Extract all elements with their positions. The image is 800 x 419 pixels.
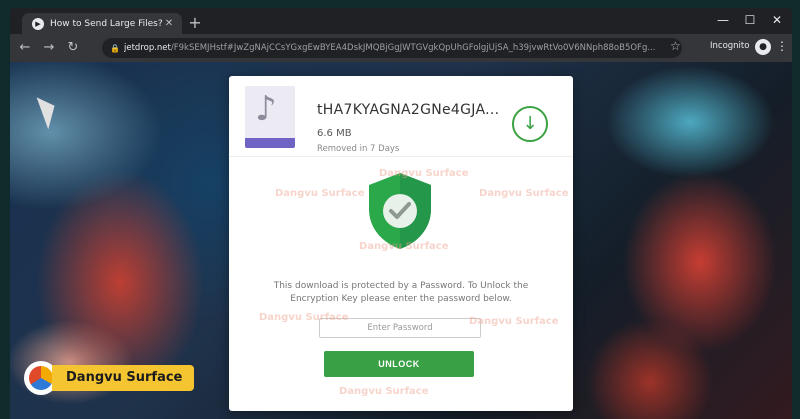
tab-strip: ▶ How to Send Large Files? Secure ✕ + — … <box>10 8 792 34</box>
kebab-icon[interactable]: ⋮ <box>776 39 788 53</box>
watermark: Dangvu Surface <box>275 188 365 199</box>
file-type-band <box>245 138 295 148</box>
minimize-icon[interactable]: — <box>710 10 736 30</box>
plus-icon[interactable]: + <box>186 14 204 32</box>
watermark: Dangvu Surface <box>259 312 349 323</box>
refresh-icon[interactable]: ↻ <box>64 39 82 57</box>
play-icon: ▶ <box>32 17 44 30</box>
music-note-icon: ♪ <box>255 89 277 129</box>
watermark: Dangvu Surface <box>359 241 449 252</box>
download-dialog: ♪ tHA7KYAGNA2GNe4GJA... 6.6 MB Removed i… <box>229 76 573 411</box>
url-text[interactable]: jetdrop.net/F9kSEMJHstf#JwZgNAjCCsYGxgEw… <box>124 43 682 53</box>
file-expiry: Removed in 7 Days <box>317 144 400 154</box>
tab-title: How to Send Large Files? Secure <box>50 18 162 29</box>
file-row: ♪ tHA7KYAGNA2GNe4GJA... 6.6 MB Removed i… <box>229 76 573 157</box>
url-host: jetdrop.net <box>124 43 171 53</box>
star-icon[interactable]: ☆ <box>670 39 681 53</box>
browser-window: ▶ How to Send Large Files? Secure ✕ + — … <box>10 8 792 419</box>
brand-label: Dangvu Surface <box>52 365 195 391</box>
mp3-file-icon: ♪ <box>245 86 295 148</box>
arrow-right-icon[interactable]: → <box>40 39 58 57</box>
incognito-icon[interactable]: ● <box>755 39 771 55</box>
maximize-icon[interactable]: ☐ <box>737 10 763 30</box>
protection-message: This download is protected by a Password… <box>273 281 529 304</box>
close-window-icon[interactable]: ✕ <box>764 10 790 30</box>
browser-toolbar: ← → ↻ 🔒 jetdrop.net/F9kSEMJHstf#JwZgNAjC… <box>10 34 792 62</box>
lock-icon[interactable]: 🔒 <box>110 44 120 53</box>
arrow-left-icon[interactable]: ← <box>16 39 34 57</box>
unlock-button[interactable]: UNLOCK <box>324 351 474 377</box>
address-bar[interactable]: 🔒 jetdrop.net/F9kSEMJHstf#JwZgNAjCCsYGxg… <box>102 38 682 58</box>
watermark: Dangvu Surface <box>469 316 559 327</box>
shield-check-icon <box>369 173 431 249</box>
browser-tab[interactable]: ▶ How to Send Large Files? Secure ✕ <box>22 13 182 34</box>
brand-badge: Dangvu Surface <box>24 361 195 395</box>
close-icon[interactable]: ✕ <box>162 18 176 29</box>
watermark: Dangvu Surface <box>479 188 569 199</box>
file-size: 6.6 MB <box>317 128 352 139</box>
download-icon[interactable]: ↓ <box>512 106 548 142</box>
watermark: Dangvu Surface <box>339 386 429 397</box>
watermark: Dangvu Surface <box>379 168 469 179</box>
url-path: /F9kSEMJHstf#JwZgNAjCCsYGxgEwBYEA4DskJMQ… <box>170 43 656 53</box>
file-name: tHA7KYAGNA2GNe4GJA... <box>317 102 500 118</box>
incognito-label: Incognito <box>710 41 750 51</box>
